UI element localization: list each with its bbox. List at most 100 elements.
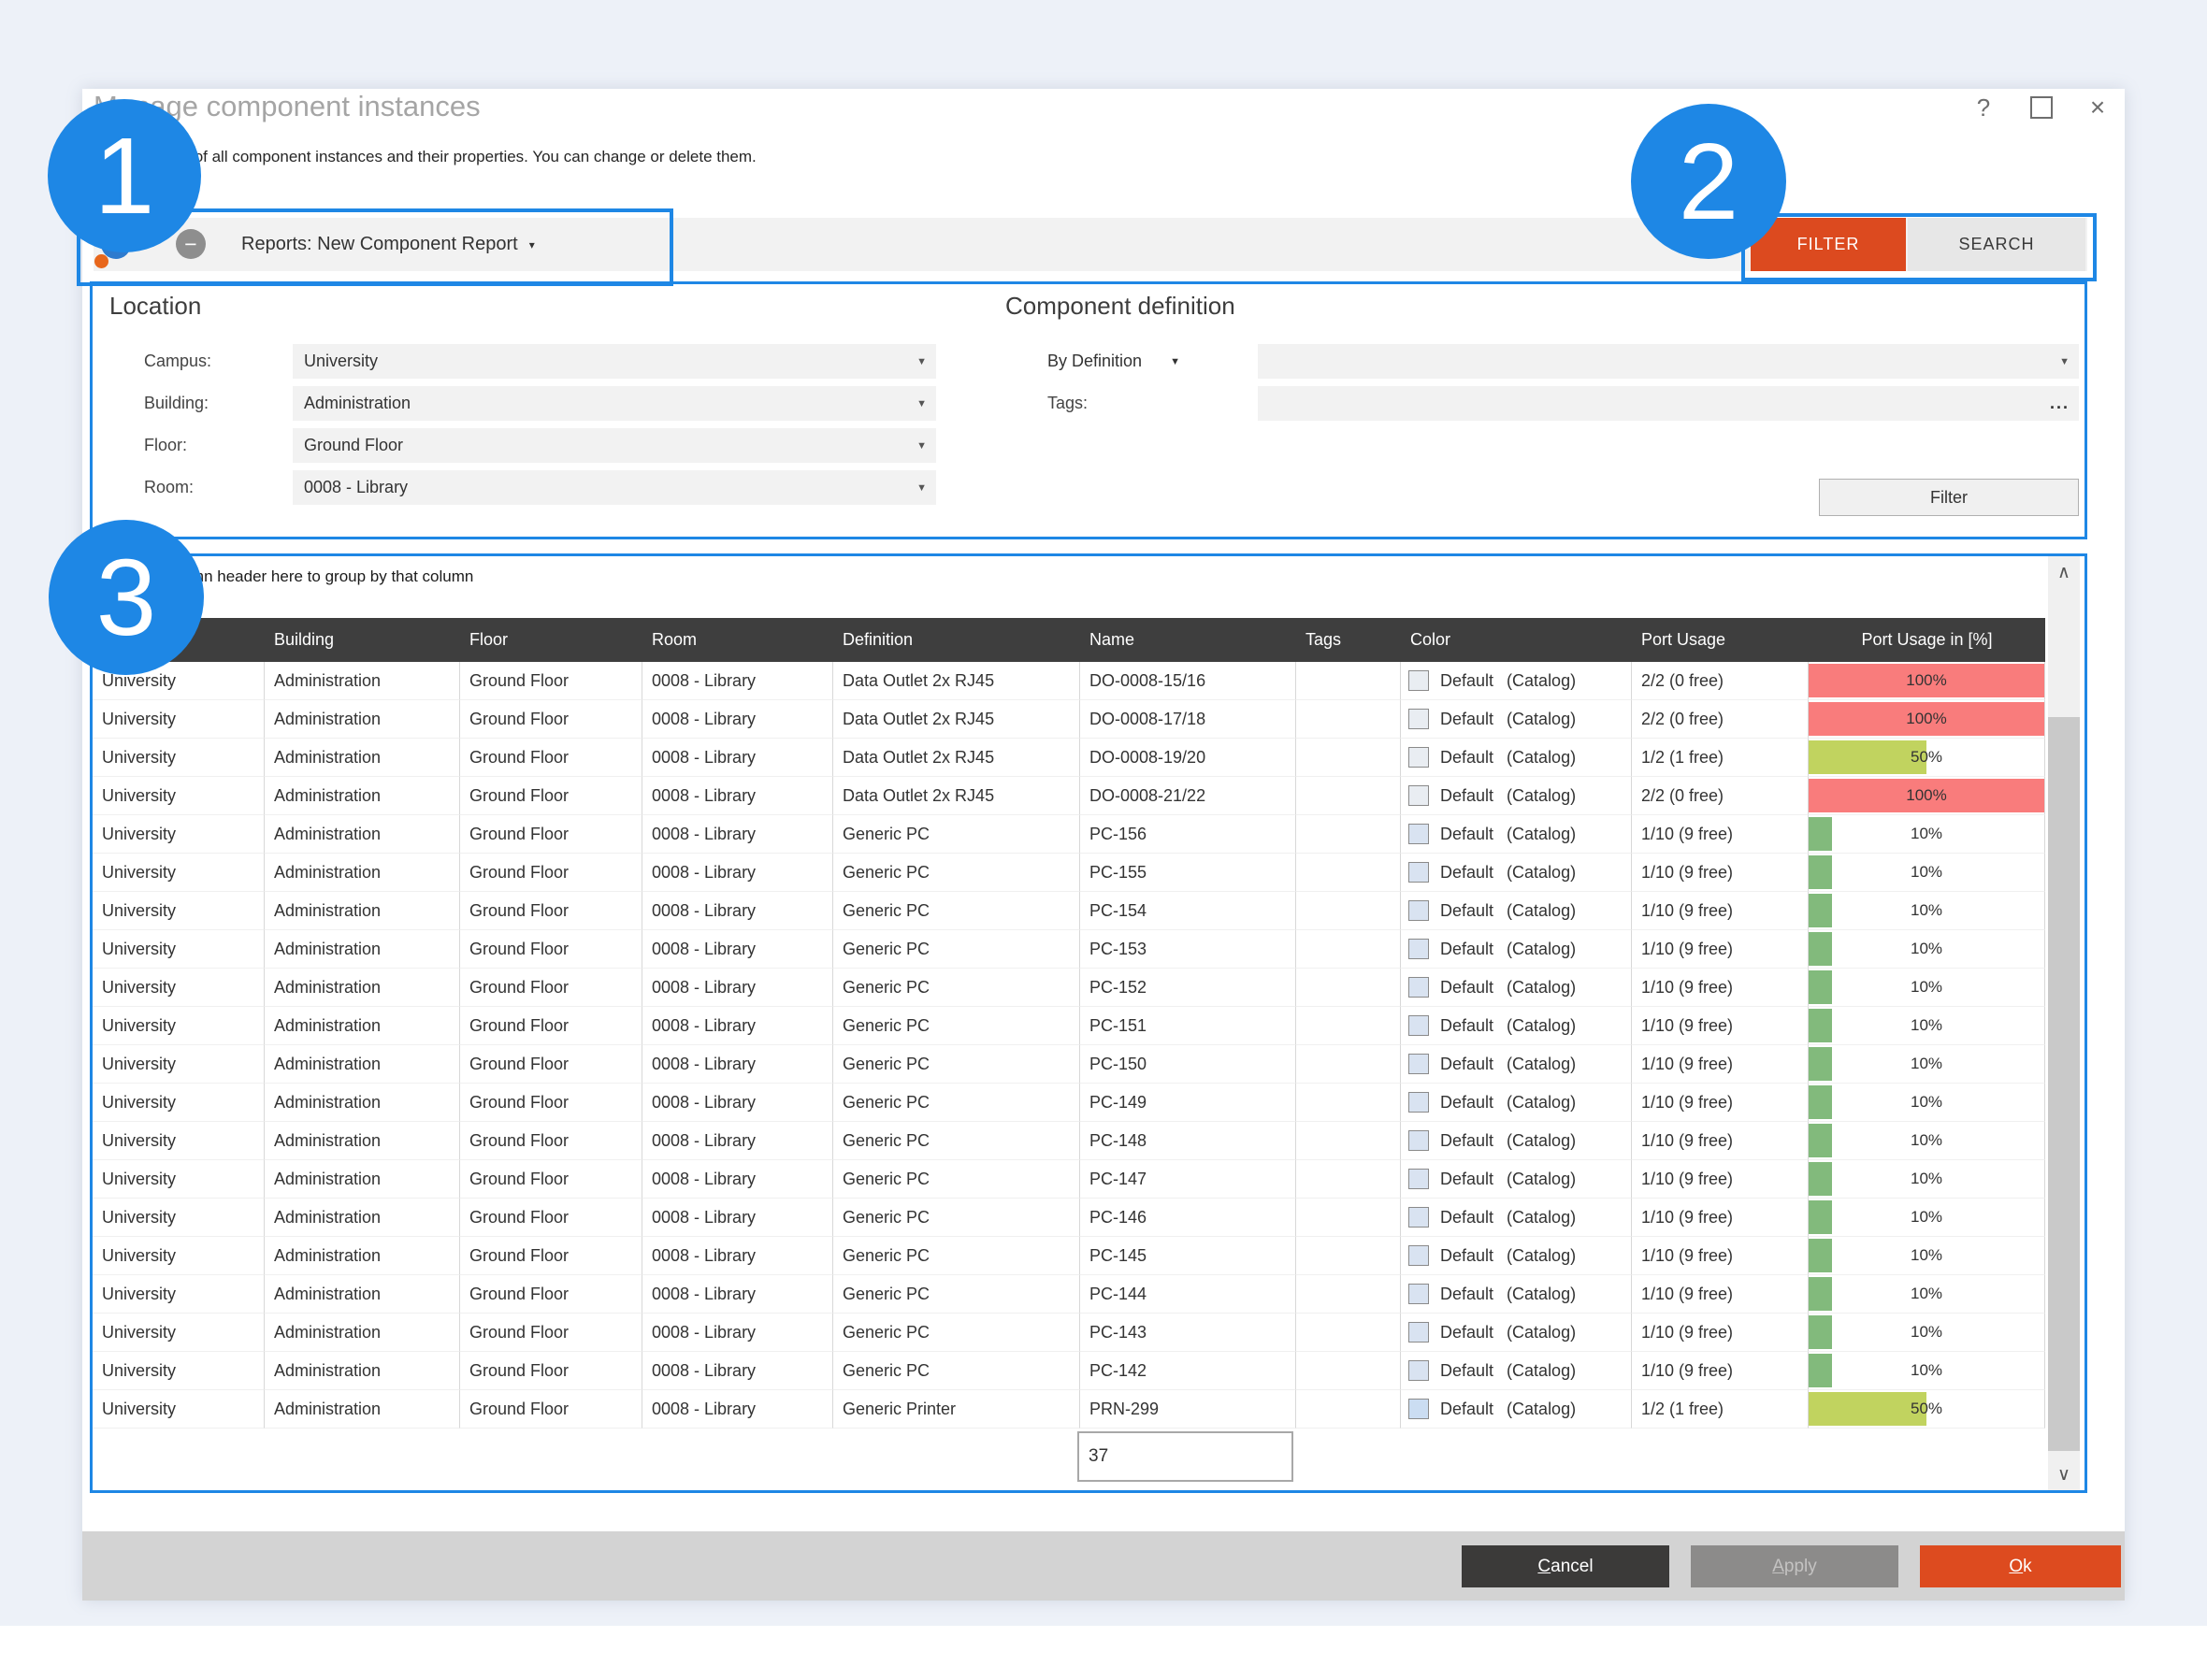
- color-swatch[interactable]: [1408, 1130, 1429, 1151]
- table-row[interactable]: University Administration Ground Floor 0…: [93, 1237, 2045, 1275]
- color-swatch[interactable]: [1408, 709, 1429, 729]
- color-source: (Catalog): [1507, 1122, 1576, 1159]
- room-label: Room:: [144, 470, 194, 505]
- apply-button[interactable]: Apply: [1691, 1545, 1898, 1587]
- table-row[interactable]: University Administration Ground Floor 0…: [93, 930, 2045, 969]
- scroll-up-icon[interactable]: ∧: [2048, 558, 2080, 586]
- color-swatch[interactable]: [1408, 977, 1429, 998]
- color-swatch[interactable]: [1408, 824, 1429, 844]
- remove-report-button[interactable]: −: [176, 229, 206, 259]
- table-row[interactable]: University Administration Ground Floor 0…: [93, 1390, 2045, 1429]
- cell-location: University: [93, 1275, 265, 1314]
- cell-location: University: [93, 777, 265, 815]
- close-icon[interactable]: ×: [2082, 92, 2113, 123]
- color-swatch[interactable]: [1408, 939, 1429, 959]
- room-select[interactable]: 0008 - Library ▼: [293, 470, 936, 505]
- color-swatch[interactable]: [1408, 1322, 1429, 1343]
- color-swatch[interactable]: [1408, 1015, 1429, 1036]
- cell-building: Administration: [265, 854, 460, 892]
- color-swatch[interactable]: [1408, 862, 1429, 883]
- column-header-port-usage-pct[interactable]: Port Usage in [%]: [1809, 618, 2045, 662]
- table-row[interactable]: University Administration Ground Floor 0…: [93, 1122, 2045, 1160]
- table-row[interactable]: University Administration Ground Floor 0…: [93, 700, 2045, 739]
- ellipsis-icon[interactable]: ...: [2050, 394, 2070, 413]
- definition-select[interactable]: ▼: [1258, 344, 2079, 379]
- cell-building: Administration: [265, 1007, 460, 1045]
- column-header-building[interactable]: Building: [265, 618, 460, 662]
- column-header-port-usage[interactable]: Port Usage: [1632, 618, 1809, 662]
- table-row[interactable]: University Administration Ground Floor 0…: [93, 1045, 2045, 1084]
- table-row[interactable]: University Administration Ground Floor 0…: [93, 777, 2045, 815]
- report-selector[interactable]: Reports: New Component Report ▾: [241, 218, 535, 271]
- cell-definition: Generic PC: [833, 930, 1080, 969]
- table-row[interactable]: University Administration Ground Floor 0…: [93, 1314, 2045, 1352]
- column-header-definition[interactable]: Definition: [833, 618, 1080, 662]
- table-row[interactable]: University Administration Ground Floor 0…: [93, 739, 2045, 777]
- building-select[interactable]: Administration ▼: [293, 386, 936, 421]
- by-definition-selector[interactable]: By Definition ▼: [1047, 344, 1180, 379]
- cell-name: PC-149: [1080, 1084, 1296, 1122]
- chevron-down-icon: ▼: [916, 482, 927, 494]
- screen: Manage component instances Below is a li…: [0, 0, 2207, 1680]
- color-swatch[interactable]: [1408, 1399, 1429, 1419]
- cell-location: University: [93, 700, 265, 739]
- color-swatch[interactable]: [1408, 1245, 1429, 1266]
- color-name: Default: [1440, 815, 1493, 853]
- cell-port-usage: 1/10 (9 free): [1632, 1352, 1809, 1390]
- cell-floor: Ground Floor: [460, 1390, 642, 1429]
- table-row[interactable]: University Administration Ground Floor 0…: [93, 1007, 2045, 1045]
- color-swatch[interactable]: [1408, 785, 1429, 806]
- color-swatch[interactable]: [1408, 900, 1429, 921]
- column-header-floor[interactable]: Floor: [460, 618, 642, 662]
- table-row[interactable]: University Administration Ground Floor 0…: [93, 892, 2045, 930]
- port-usage-pct-label: 10%: [1809, 1084, 2044, 1121]
- help-icon[interactable]: ?: [1968, 92, 1999, 123]
- color-swatch[interactable]: [1408, 1092, 1429, 1113]
- color-swatch[interactable]: [1408, 747, 1429, 768]
- cell-room: 0008 - Library: [642, 777, 833, 815]
- table-row[interactable]: University Administration Ground Floor 0…: [93, 815, 2045, 854]
- column-header-name[interactable]: Name: [1080, 618, 1296, 662]
- cancel-button[interactable]: Cancel: [1462, 1545, 1669, 1587]
- maximize-icon[interactable]: [2026, 92, 2057, 123]
- floor-select[interactable]: Ground Floor ▼: [293, 428, 936, 463]
- table-row[interactable]: University Administration Ground Floor 0…: [93, 1160, 2045, 1199]
- table-row[interactable]: University Administration Ground Floor 0…: [93, 662, 2045, 700]
- color-name: Default: [1440, 700, 1493, 738]
- table-row[interactable]: University Administration Ground Floor 0…: [93, 969, 2045, 1007]
- cell-name: PC-148: [1080, 1122, 1296, 1160]
- vertical-scrollbar[interactable]: ∧ ∨: [2048, 556, 2080, 1490]
- column-header-tags[interactable]: Tags: [1296, 618, 1401, 662]
- tags-field[interactable]: ...: [1258, 386, 2079, 421]
- campus-select[interactable]: University ▼: [293, 344, 936, 379]
- filter-tab[interactable]: FILTER: [1751, 218, 1906, 271]
- column-header-color[interactable]: Color: [1401, 618, 1632, 662]
- tags-label: Tags:: [1047, 386, 1088, 421]
- table-row[interactable]: University Administration Ground Floor 0…: [93, 854, 2045, 892]
- scrollbar-thumb[interactable]: [2048, 717, 2080, 1451]
- cell-room: 0008 - Library: [642, 1237, 833, 1275]
- cell-color: Default (Catalog): [1401, 1352, 1632, 1390]
- search-tab[interactable]: SEARCH: [1908, 218, 2085, 271]
- cell-room: 0008 - Library: [642, 1160, 833, 1199]
- ok-button[interactable]: Ok: [1920, 1545, 2121, 1587]
- scroll-down-icon[interactable]: ∨: [2048, 1460, 2080, 1488]
- cell-location: University: [93, 1084, 265, 1122]
- filter-button[interactable]: Filter: [1819, 479, 2079, 516]
- table-row[interactable]: University Administration Ground Floor 0…: [93, 1199, 2045, 1237]
- cell-location: University: [93, 1199, 265, 1237]
- color-swatch[interactable]: [1408, 670, 1429, 691]
- color-swatch[interactable]: [1408, 1207, 1429, 1228]
- by-definition-label: By Definition: [1047, 352, 1142, 371]
- table-row[interactable]: University Administration Ground Floor 0…: [93, 1275, 2045, 1314]
- column-header-room[interactable]: Room: [642, 618, 833, 662]
- color-swatch[interactable]: [1408, 1360, 1429, 1381]
- cell-color: Default (Catalog): [1401, 700, 1632, 739]
- color-swatch[interactable]: [1408, 1054, 1429, 1074]
- table-row[interactable]: University Administration Ground Floor 0…: [93, 1084, 2045, 1122]
- cell-tags: [1296, 854, 1401, 892]
- color-swatch[interactable]: [1408, 1169, 1429, 1189]
- color-swatch[interactable]: [1408, 1284, 1429, 1304]
- color-name: Default: [1440, 739, 1493, 776]
- table-row[interactable]: University Administration Ground Floor 0…: [93, 1352, 2045, 1390]
